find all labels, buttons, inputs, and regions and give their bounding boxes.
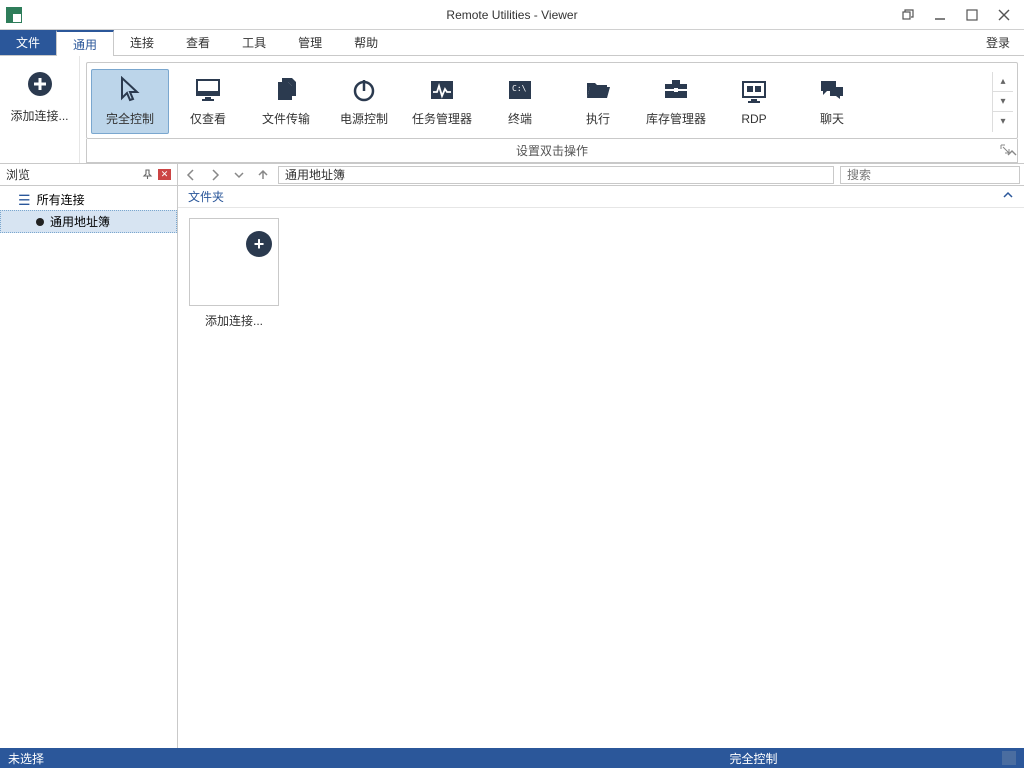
tool-file-transfer[interactable]: 文件传输 — [247, 69, 325, 134]
chat-icon — [816, 74, 848, 106]
bullet-icon — [36, 218, 44, 226]
sidebar-tree: ☰ 所有连接 通用地址簿 — [0, 186, 177, 748]
close-panel-icon[interactable]: ✕ — [158, 169, 171, 180]
cursor-icon — [114, 74, 146, 106]
tool-execute[interactable]: 执行 — [559, 69, 637, 134]
tool-power-control[interactable]: 电源控制 — [325, 69, 403, 134]
resize-grip-icon[interactable] — [1002, 751, 1016, 765]
ribbon-more[interactable]: ▾ — [993, 112, 1013, 132]
plus-circle-icon: + — [246, 231, 272, 257]
monitor-icon — [192, 74, 224, 106]
tool-full-control[interactable]: 完全控制 — [91, 69, 169, 134]
briefcase-icon — [660, 74, 692, 106]
tool-inventory-manager[interactable]: 库存管理器 — [637, 69, 715, 134]
title-bar: Remote Utilities - Viewer — [0, 0, 1024, 30]
breadcrumb-input[interactable] — [278, 166, 834, 184]
menu-general[interactable]: 通用 — [56, 30, 114, 56]
menu-view[interactable]: 查看 — [170, 30, 226, 55]
sidebar: 浏览 ✕ ☰ 所有连接 通用地址簿 — [0, 164, 178, 748]
menu-tools[interactable]: 工具 — [226, 30, 282, 55]
tool-rdp[interactable]: RDP — [715, 71, 793, 133]
nav-history-dropdown[interactable] — [230, 166, 248, 184]
folder-open-icon — [582, 74, 614, 106]
tool-task-manager[interactable]: 任务管理器 — [403, 69, 481, 134]
ribbon-add-connection[interactable]: 添加连接... — [0, 56, 80, 163]
menu-connect[interactable]: 连接 — [114, 30, 170, 55]
ribbon-group-caption: 设置双击操作 — [86, 139, 1018, 163]
ribbon-scroll-up[interactable]: ▴ — [993, 72, 1013, 92]
search-input[interactable] — [840, 166, 1020, 184]
tool-terminal[interactable]: C:\ 终端 — [481, 69, 559, 134]
tile-label: 添加连接... — [205, 312, 263, 329]
menu-help[interactable]: 帮助 — [338, 30, 394, 55]
svg-text:C:\: C:\ — [512, 84, 527, 93]
login-button[interactable]: 登录 — [972, 30, 1024, 55]
nav-bar — [178, 164, 1024, 186]
rdp-icon — [738, 76, 770, 108]
tree-general-address-book[interactable]: 通用地址簿 — [0, 210, 177, 233]
tile-add-connection[interactable]: + 添加连接... — [188, 218, 280, 329]
tree-all-connections[interactable]: ☰ 所有连接 — [0, 189, 177, 210]
ribbon-tools-group: 完全控制 仅查看 文件传输 电源控制 — [86, 62, 1018, 139]
tool-chat[interactable]: 聊天 — [793, 69, 871, 134]
section-collapse-icon[interactable] — [1002, 189, 1014, 204]
window-title: Remote Utilities - Viewer — [446, 8, 577, 22]
files-icon — [270, 74, 302, 106]
content-pane: 文件夹 + 添加连接... — [178, 164, 1024, 748]
menu-file[interactable]: 文件 — [0, 30, 56, 55]
ribbon: 添加连接... 完全控制 仅查看 文件传输 — [0, 56, 1024, 164]
pin-icon[interactable] — [140, 168, 154, 182]
activity-icon — [426, 74, 458, 106]
app-logo-icon — [6, 7, 22, 23]
window-controls — [894, 4, 1024, 26]
tool-view-only[interactable]: 仅查看 — [169, 69, 247, 134]
sidebar-header: 浏览 ✕ — [0, 164, 177, 186]
tile-thumb: + — [189, 218, 279, 306]
menu-manage[interactable]: 管理 — [282, 30, 338, 55]
ribbon-scroll-buttons: ▴ ▾ ▾ — [992, 72, 1013, 132]
restore-down-icon[interactable] — [894, 4, 922, 26]
terminal-icon: C:\ — [504, 74, 536, 106]
main-area: 浏览 ✕ ☰ 所有连接 通用地址簿 — [0, 164, 1024, 748]
ribbon-collapse-button[interactable] — [1004, 145, 1020, 161]
list-icon: ☰ — [18, 193, 31, 207]
section-folder-header[interactable]: 文件夹 — [178, 186, 1024, 208]
nav-up-button[interactable] — [254, 166, 272, 184]
ribbon-add-connection-label: 添加连接... — [10, 107, 68, 124]
status-mode: 完全控制 — [505, 750, 1002, 767]
status-bar: 未选择 完全控制 — [0, 748, 1024, 768]
nav-back-button[interactable] — [182, 166, 200, 184]
maximize-button[interactable] — [958, 4, 986, 26]
close-button[interactable] — [990, 4, 1018, 26]
menu-bar: 文件 通用 连接 查看 工具 管理 帮助 登录 — [0, 30, 1024, 56]
plus-circle-icon — [26, 70, 54, 101]
power-icon — [348, 74, 380, 106]
nav-forward-button[interactable] — [206, 166, 224, 184]
ribbon-scroll-down[interactable]: ▾ — [993, 92, 1013, 112]
minimize-button[interactable] — [926, 4, 954, 26]
file-grid: + 添加连接... — [178, 208, 1024, 748]
status-selection: 未选择 — [8, 750, 505, 767]
sidebar-title: 浏览 — [6, 166, 140, 183]
